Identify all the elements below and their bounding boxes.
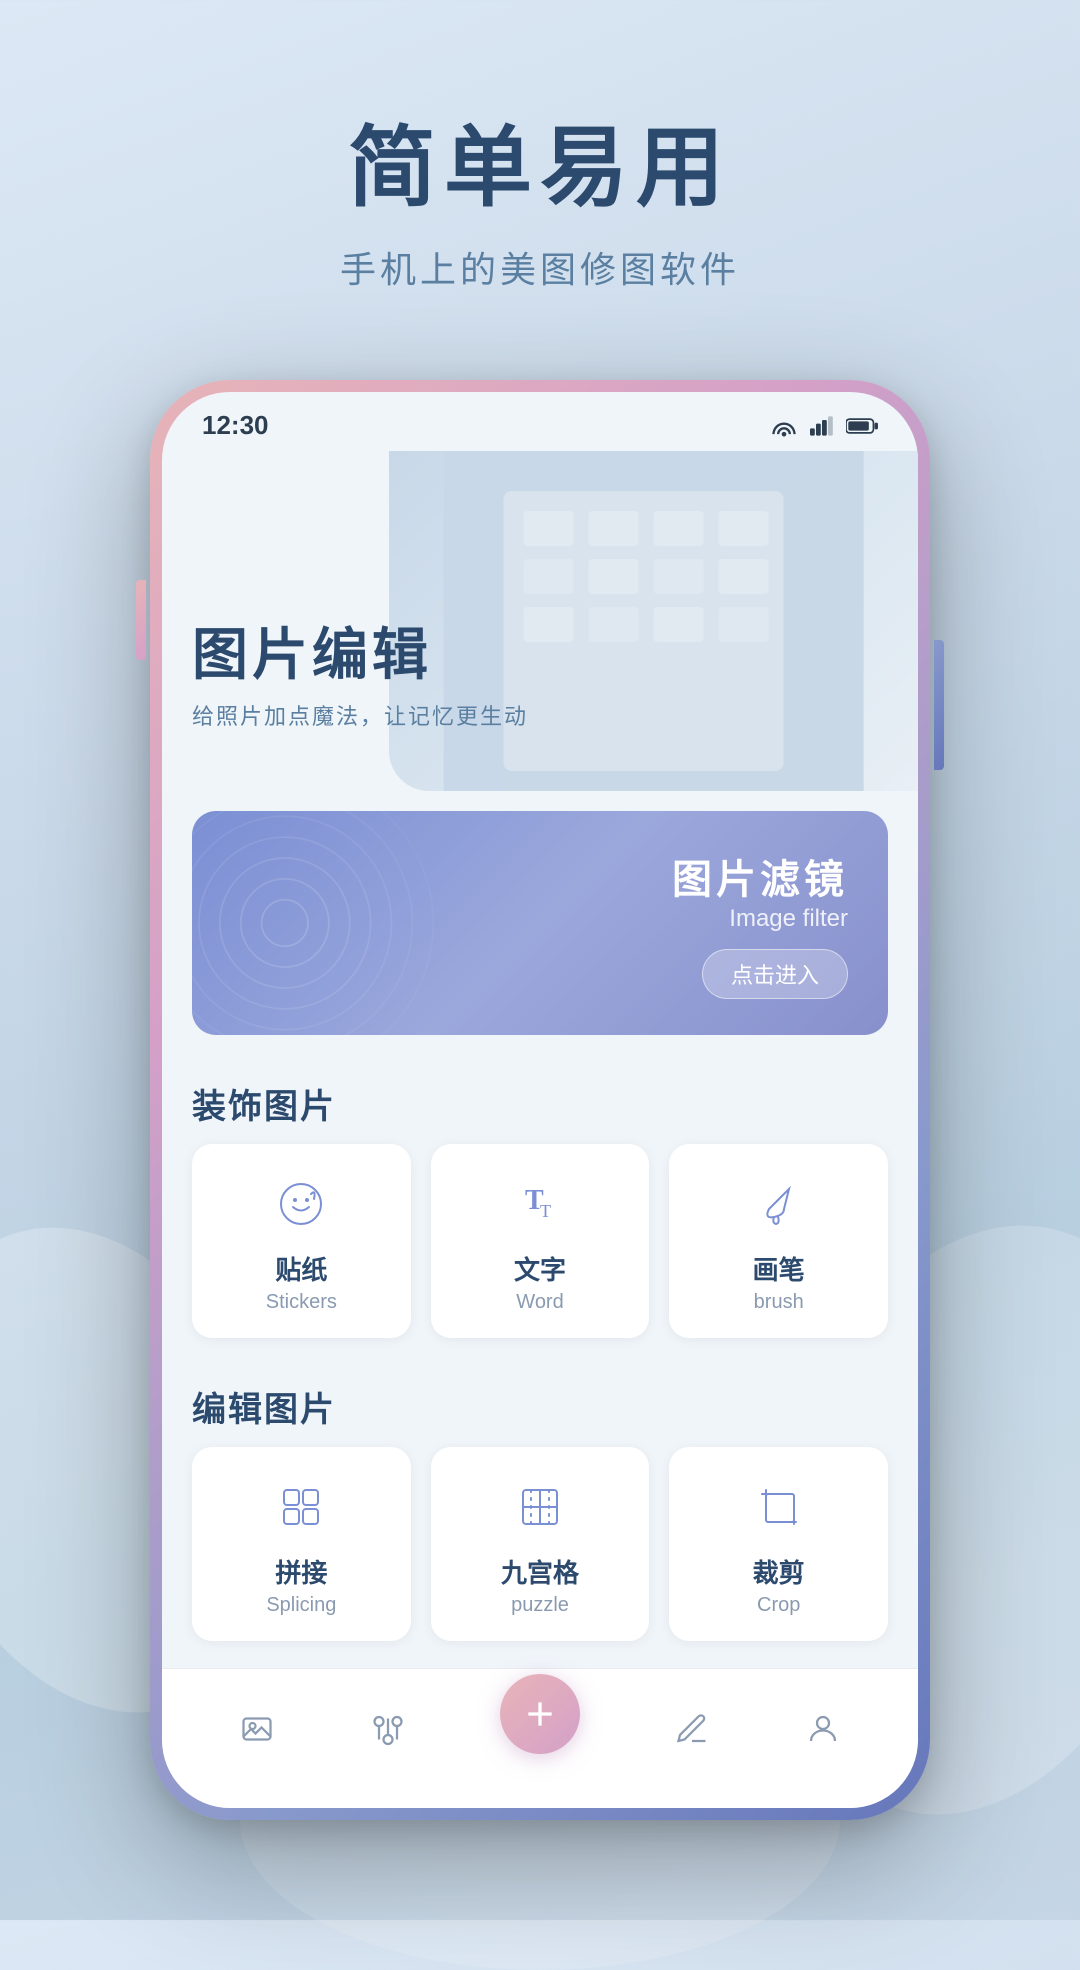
crop-icon [749,1477,809,1537]
edit-nav-icon [674,1711,710,1747]
grid-icon [510,1477,570,1537]
tool-card-sticker[interactable]: 贴纸 Stickers [192,1144,411,1338]
brush-icon [749,1174,809,1234]
photo-nav-icon [239,1711,275,1747]
grid-name-zh: 九宫格 [501,1553,579,1590]
main-title: 简单易用 [0,120,1080,217]
phone-mockup: 12:30 [150,380,930,1820]
edit-section-title: 编辑图片 [162,1358,918,1447]
brush-name-zh: 画笔 [753,1250,805,1287]
status-time: 12:30 [202,410,269,441]
screen-content[interactable]: 图片编辑 给照片加点魔法，让记忆更生动 [162,451,918,1727]
sticker-icon [271,1174,331,1234]
nav-item-tools[interactable] [370,1711,406,1747]
center-nav-icon [520,1694,560,1734]
signal-icon [810,415,834,437]
tool-card-crop[interactable]: 裁剪 Crop [669,1447,888,1641]
tool-card-grid[interactable]: 九宫格 puzzle [431,1447,650,1641]
splice-icon [271,1477,331,1537]
tools-nav-icon [370,1711,406,1747]
text-icon: T T [510,1174,570,1234]
status-bar: 12:30 [162,392,918,451]
nav-item-edit[interactable] [674,1711,710,1747]
decorate-tool-grid: 贴纸 Stickers T T 文字 Word [162,1144,918,1358]
filter-card[interactable]: 图片滤镜 Image filter 点击进入 [192,811,888,1035]
splice-name-zh: 拼接 [275,1553,327,1590]
sticker-name-zh: 贴纸 [275,1250,327,1287]
filter-card-button[interactable]: 点击进入 [702,949,848,999]
wifi-icon [770,415,798,437]
filter-waves-decoration [192,811,540,1035]
crop-name-zh: 裁剪 [753,1553,805,1590]
splice-name-en: Splicing [266,1594,336,1617]
crop-name-en: Crop [757,1594,800,1617]
filter-card-subtitle: Image filter [672,905,848,933]
hero-banner: 图片编辑 给照片加点魔法，让记忆更生动 [162,451,918,791]
edit-tool-grid: 拼接 Splicing [162,1447,918,1661]
tool-card-splice[interactable]: 拼接 Splicing [192,1447,411,1641]
tool-card-brush[interactable]: 画笔 brush [669,1144,888,1338]
nav-item-photo[interactable] [239,1711,275,1747]
decorate-section-title: 装饰图片 [162,1055,918,1144]
nav-item-user[interactable] [805,1711,841,1747]
tool-card-text[interactable]: T T 文字 Word [431,1144,650,1338]
phone-frame: 12:30 [150,380,930,1820]
hero-sub-text: 给照片加点魔法，让记忆更生动 [192,699,528,731]
sticker-name-en: Stickers [266,1291,337,1314]
page-header: 简单易用 手机上的美图修图软件 [0,0,1080,353]
battery-icon [846,415,878,437]
phone-screen: 12:30 [162,392,918,1808]
grid-name-en: puzzle [511,1594,569,1617]
text-name-en: Word [516,1291,563,1314]
filter-card-title: 图片滤镜 [672,847,848,905]
hero-text: 图片编辑 给照片加点魔法，让记忆更生动 [192,610,528,731]
brush-name-en: brush [754,1291,804,1314]
svg-text:T: T [540,1201,551,1221]
sub-title: 手机上的美图修图软件 [0,241,1080,293]
filter-card-text: 图片滤镜 Image filter 点击进入 [672,847,848,999]
status-icons [770,415,878,437]
nav-item-center[interactable] [500,1674,580,1754]
hero-main-text: 图片编辑 [192,610,528,691]
text-name-zh: 文字 [514,1250,566,1287]
user-nav-icon [805,1711,841,1747]
bottom-nav [162,1668,918,1808]
